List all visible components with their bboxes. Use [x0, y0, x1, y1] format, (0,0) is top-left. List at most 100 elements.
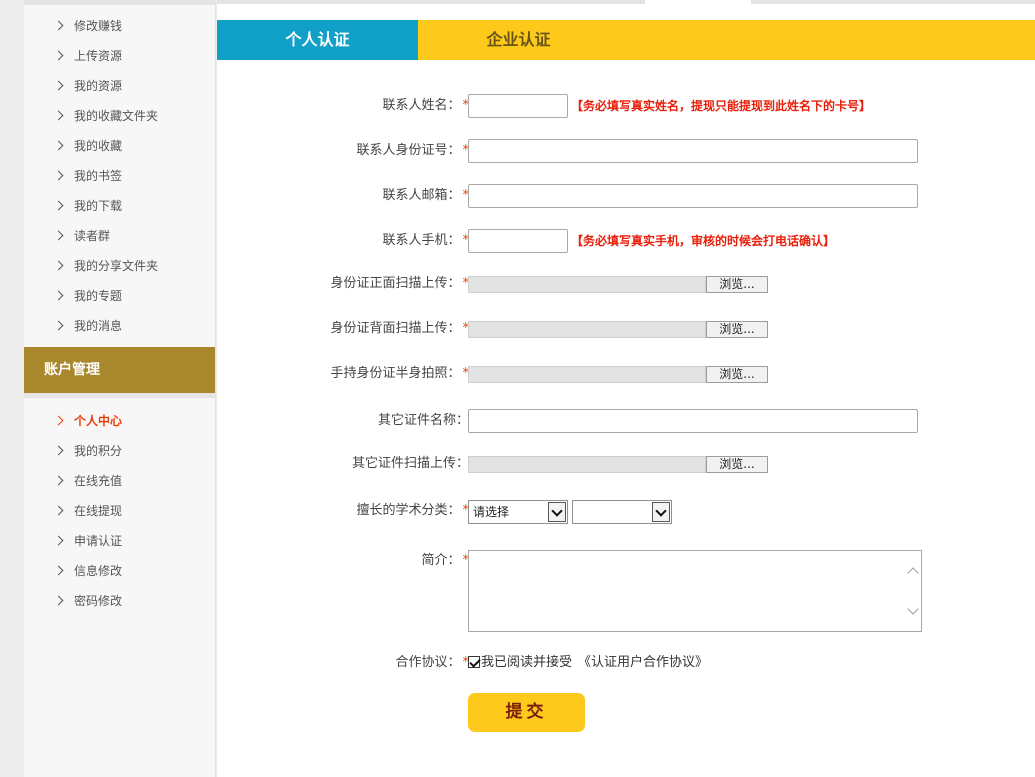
id-hold-label: 手持身份证半身拍照：	[330, 366, 461, 381]
sidebar-item-label: 我的积分	[74, 444, 123, 458]
sidebar-list-resources: 修改赚钱上传资源我的资源我的收藏文件夹 我的收藏我的书签我的下载读者群我的分享文件…	[24, 11, 215, 341]
other-cert-name-input[interactable]	[468, 409, 918, 433]
sidebar-item-b-4[interactable]: 申请认证	[24, 526, 215, 556]
id-front-file-picker: 浏览...	[468, 276, 768, 293]
tab-personal-certification[interactable]: 个人认证	[217, 20, 418, 60]
id-back-file-picker: 浏览...	[468, 321, 768, 338]
intro-label: 简介：	[421, 553, 461, 568]
sidebar-item-label: 我的分享文件夹	[74, 259, 159, 273]
sidebar-item-label: 在线提现	[74, 504, 123, 518]
chevron-right-icon	[54, 71, 66, 101]
chevron-down-icon	[652, 502, 670, 522]
id-hold-browse-button[interactable]: 浏览...	[706, 366, 768, 383]
contact-name-label: 联系人姓名：	[382, 98, 461, 113]
category-select-primary[interactable]: 请选择	[468, 500, 568, 524]
section-divider	[24, 393, 215, 398]
sidebar-item-b-5[interactable]: 信息修改	[24, 556, 215, 586]
chevron-right-icon	[54, 281, 66, 311]
other-cert-scan-label: 其它证件扫描上传：	[351, 456, 469, 471]
chevron-right-icon	[54, 191, 66, 221]
sidebar-item-label: 上传资源	[74, 49, 123, 63]
chevron-right-icon	[54, 101, 66, 131]
sidebar-item-a-1[interactable]: 上传资源	[24, 41, 215, 71]
submit-button[interactable]: 提交	[468, 693, 585, 732]
scroll-up-icon[interactable]	[907, 567, 919, 579]
id-hold-file-path[interactable]	[468, 366, 706, 383]
tab-enterprise-certification[interactable]: 企业认证	[418, 20, 619, 60]
certification-tabs: 个人认证 企业认证	[217, 20, 1035, 60]
email-label: 联系人邮箱：	[382, 188, 461, 203]
row-id-front-upload: 身份证正面扫描上传： * 浏览...	[217, 271, 1035, 297]
email-input[interactable]	[468, 184, 918, 208]
sidebar-item-a-5[interactable]: 我的书签	[24, 161, 215, 191]
category-label: 擅长的学术分类：	[356, 503, 461, 518]
chevron-right-icon	[54, 556, 66, 586]
other-cert-file-path[interactable]	[468, 456, 706, 473]
sidebar-item-label: 我的下载	[74, 199, 123, 213]
sidebar-item-label: 信息修改	[74, 564, 123, 578]
sidebar-item-label: 我的资源	[74, 79, 123, 93]
agreement-checkbox[interactable]	[468, 656, 480, 668]
sidebar-item-label: 申请认证	[74, 534, 123, 548]
id-front-label: 身份证正面扫描上传：	[330, 276, 461, 291]
other-cert-file-picker: 浏览...	[468, 456, 768, 473]
chevron-right-icon	[54, 161, 66, 191]
sidebar-item-a-0[interactable]: 修改赚钱	[24, 11, 215, 41]
scroll-down-icon[interactable]	[907, 603, 919, 615]
sidebar-item-a-2[interactable]: 我的资源	[24, 71, 215, 101]
contact-name-note: 【务必填写真实姓名，提现只能提现到此姓名下的卡号】	[571, 99, 872, 113]
phone-input[interactable]	[468, 229, 568, 253]
chevron-right-icon	[54, 251, 66, 281]
id-number-label: 联系人身份证号：	[356, 143, 461, 158]
sidebar-item-label: 我的专题	[74, 289, 123, 303]
id-back-file-path[interactable]	[468, 321, 706, 338]
row-agreement: 合作协议： * 我已阅读并接受 《认证用户合作协议》	[217, 650, 1035, 676]
category-select-primary-value: 请选择	[473, 505, 510, 519]
sidebar-item-a-4[interactable]: 我的收藏	[24, 131, 215, 161]
chevron-right-icon	[54, 41, 66, 71]
sidebar-item-a-3[interactable]: 我的收藏文件夹	[24, 101, 215, 131]
sidebar-item-label: 在线充值	[74, 474, 123, 488]
chevron-right-icon	[54, 586, 66, 616]
row-academic-category: 擅长的学术分类： * 请选择	[217, 498, 1035, 524]
sidebar-item-label: 我的书签	[74, 169, 123, 183]
category-select-secondary[interactable]	[572, 500, 672, 524]
intro-textarea[interactable]	[468, 550, 922, 632]
row-other-cert-upload: 其它证件扫描上传： 浏览...	[217, 451, 1035, 477]
sidebar-item-b-2[interactable]: 在线充值	[24, 466, 215, 496]
other-cert-browse-button[interactable]: 浏览...	[706, 456, 768, 473]
id-number-input[interactable]	[468, 139, 918, 163]
row-id-back-upload: 身份证背面扫描上传： * 浏览...	[217, 316, 1035, 342]
agreement-label: 合作协议：	[395, 655, 461, 670]
sidebar-item-a-7[interactable]: 读者群	[24, 221, 215, 251]
row-contact-name: 联系人姓名： * 【务必填写真实姓名，提现只能提现到此姓名下的卡号】	[217, 93, 1035, 119]
sidebar-item-a-8[interactable]: 我的分享文件夹	[24, 251, 215, 281]
sidebar-item-label: 密码修改	[74, 594, 123, 608]
phone-note: 【务必填写真实手机，审核的时候会打电话确认】	[571, 234, 836, 248]
id-back-browse-button[interactable]: 浏览...	[706, 321, 768, 338]
chevron-down-icon	[548, 502, 566, 522]
sidebar-item-a-9[interactable]: 我的专题	[24, 281, 215, 311]
contact-name-input[interactable]	[468, 94, 568, 118]
sidebar-item-b-6[interactable]: 密码修改	[24, 586, 215, 616]
sidebar-item-b-3[interactable]: 在线提现	[24, 496, 215, 526]
id-front-browse-button[interactable]: 浏览...	[706, 276, 768, 293]
chevron-right-icon	[54, 406, 66, 436]
row-other-cert-name: 其它证件名称：	[217, 408, 1035, 434]
sidebar-item-b-0[interactable]: 个人中心	[24, 406, 215, 436]
sidebar-item-label: 读者群	[74, 229, 111, 243]
sidebar-item-label: 个人中心	[74, 414, 123, 428]
sidebar-item-b-1[interactable]: 我的积分	[24, 436, 215, 466]
row-id-number: 联系人身份证号： *	[217, 138, 1035, 164]
id-hold-file-picker: 浏览...	[468, 366, 768, 383]
row-id-hold-upload: 手持身份证半身拍照： * 浏览...	[217, 361, 1035, 387]
sidebar-item-label: 我的收藏	[74, 139, 123, 153]
sidebar-item-a-10[interactable]: 我的消息	[24, 311, 215, 341]
agreement-link[interactable]: 《认证用户合作协议》	[578, 655, 708, 670]
id-front-file-path[interactable]	[468, 276, 706, 293]
chevron-right-icon	[54, 496, 66, 526]
sidebar-item-a-6[interactable]: 我的下载	[24, 191, 215, 221]
sidebar-item-label: 我的收藏文件夹	[74, 109, 159, 123]
sidebar-item-label: 修改赚钱	[74, 19, 123, 33]
row-intro: 简介： *	[217, 548, 1035, 632]
